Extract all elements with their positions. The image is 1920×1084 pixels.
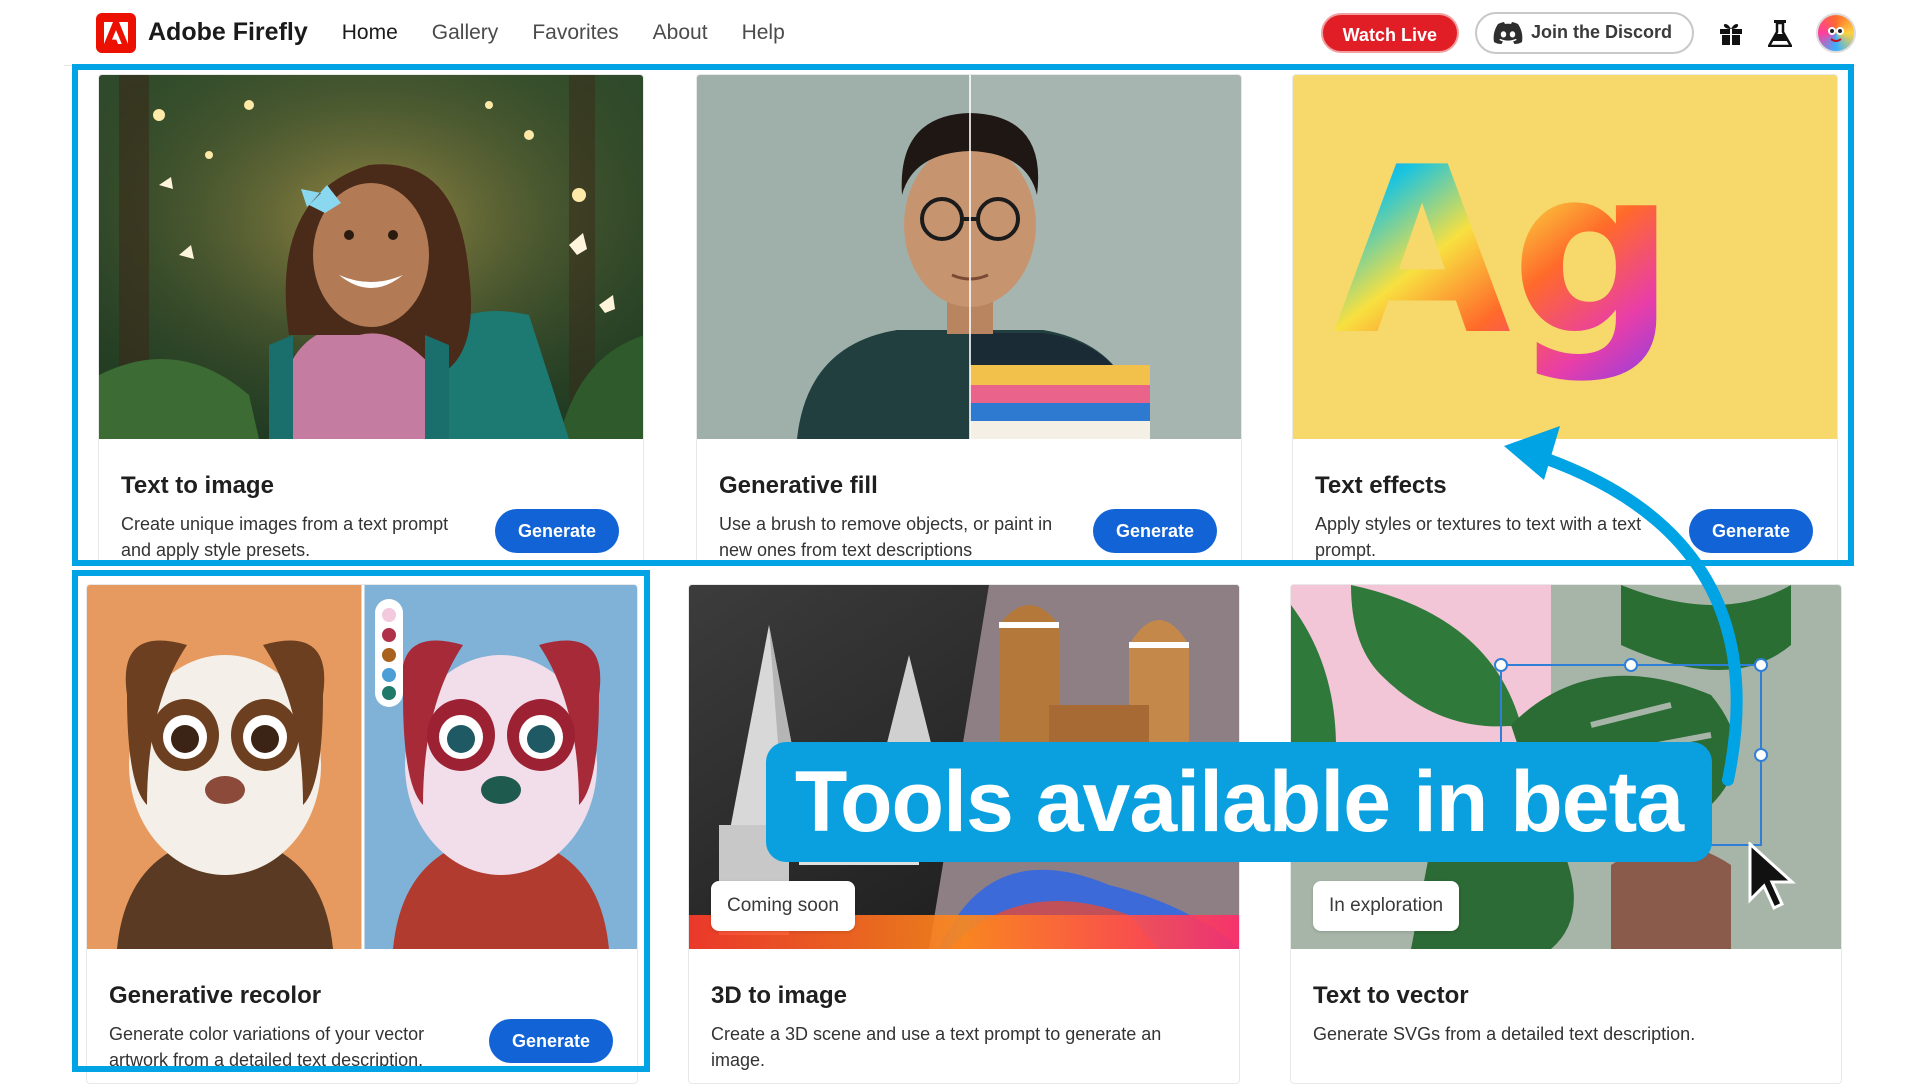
header-tools: Watch Live Join the Discord (1320, 11, 1856, 54)
card-title: Generative fill (719, 472, 878, 499)
card-description: Generate SVGs from a detailed text descr… (1313, 1024, 1696, 1044)
top-nav: Adobe Firefly Home Gallery Favorites Abo… (64, 0, 1856, 66)
gift-icon[interactable] (1718, 20, 1744, 46)
nav-gallery[interactable]: Gallery (432, 21, 499, 45)
ag-text: Ag (1333, 119, 1676, 386)
status-badge: In exploration (1313, 881, 1460, 931)
user-avatar[interactable] (1816, 12, 1856, 53)
nav-help[interactable]: Help (742, 21, 785, 45)
callout-banner: Tools available in beta (766, 742, 1712, 862)
adobe-logo-icon (96, 12, 136, 53)
card-text-to-image[interactable]: Text to image Create unique images from … (98, 74, 644, 564)
card-image-man-portrait (697, 75, 1241, 439)
main-nav: Home Gallery Favorites About Help (342, 21, 819, 45)
card-image-girl-butterflies (99, 75, 643, 439)
generate-button[interactable]: Generate (495, 509, 619, 553)
card-title: Generative recolor (109, 982, 322, 1009)
card-image-ag-text-effect: Ag (1293, 75, 1837, 439)
nav-home[interactable]: Home (342, 21, 398, 45)
generate-button[interactable]: Generate (1093, 509, 1217, 553)
card-title: Text to vector (1313, 982, 1469, 1009)
card-description: Use a brush to remove objects, or paint … (719, 514, 1053, 560)
generate-button[interactable]: Generate (489, 1019, 613, 1063)
card-description: Create a 3D scene and use a text prompt … (711, 1024, 1162, 1070)
join-discord-button[interactable]: Join the Discord (1474, 11, 1694, 54)
nav-about[interactable]: About (653, 21, 708, 45)
card-description: Generate color variations of your vector… (109, 1024, 425, 1070)
card-title: 3D to image (711, 982, 848, 1009)
card-generative-fill[interactable]: Generative fill Use a brush to remove ob… (696, 74, 1242, 564)
card-description: Create unique images from a text prompt … (121, 514, 449, 560)
card-generative-recolor[interactable]: Generative recolor Generate color variat… (86, 584, 638, 1084)
watch-live-button[interactable]: Watch Live (1320, 12, 1459, 53)
brand-name: Adobe Firefly (148, 18, 308, 46)
discord-label: Join the Discord (1530, 22, 1672, 42)
brand-logo[interactable]: Adobe Firefly (96, 12, 308, 53)
nav-favorites[interactable]: Favorites (532, 21, 618, 45)
card-title: Text effects (1315, 472, 1447, 499)
card-title: Text to image (121, 472, 274, 499)
discord-icon (1493, 21, 1523, 44)
flask-icon[interactable] (1768, 19, 1792, 47)
status-badge: Coming soon (711, 881, 855, 931)
mouse-cursor-icon (1748, 842, 1796, 911)
card-image-puppy-recolor (87, 585, 637, 949)
